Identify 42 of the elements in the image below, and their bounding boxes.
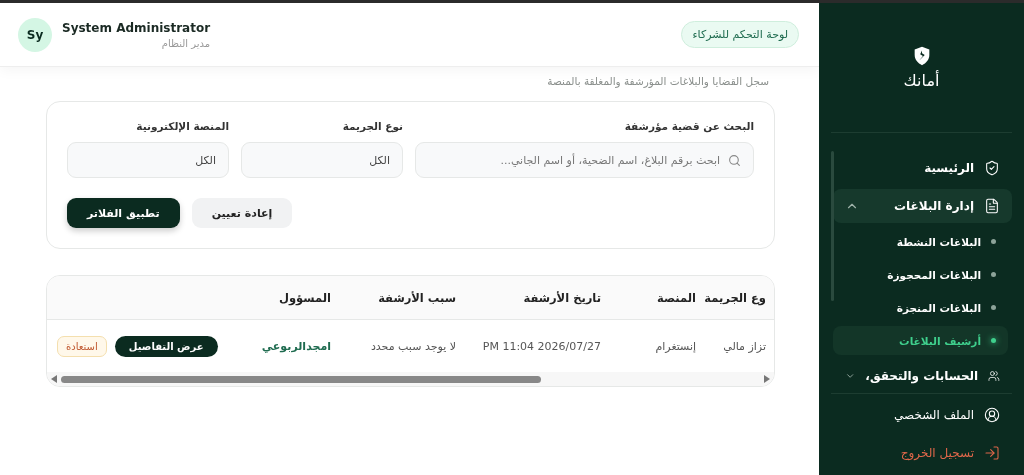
sidebar-item[interactable]: الحسابات والتحقق، bbox=[833, 359, 1012, 393]
page-subtitle: سجل القضايا والبلاغات المؤرشفة والمغلقة بالمنصة bbox=[546, 74, 770, 87]
apply-filters-button[interactable]: تطبيق الفلاتر bbox=[67, 198, 180, 228]
sidebar-item[interactable]: إدارة البلاغات bbox=[833, 189, 1012, 223]
field-label: نوع الجريمة bbox=[341, 120, 403, 132]
table-cell-text: 2026/07/27 11:04 PM bbox=[481, 338, 602, 355]
search-icon bbox=[728, 153, 741, 167]
table-cell-text: إنستغرام bbox=[654, 338, 697, 355]
restore-button[interactable]: استعادة bbox=[57, 335, 107, 357]
sidebar-item[interactable]: الرئيسية bbox=[833, 151, 1012, 185]
sidebar-subitem[interactable]: البلاغات النشطة bbox=[833, 227, 1008, 256]
user-name: System Administrator bbox=[62, 20, 211, 35]
reset-button[interactable]: إعادة تعيين bbox=[191, 198, 293, 228]
column-header: المسؤول bbox=[224, 276, 339, 320]
sidebar-subitem[interactable]: أرشيف البلاغات bbox=[833, 326, 1008, 355]
logo-text: أمانك bbox=[903, 71, 940, 90]
user-role: مدير النظام bbox=[160, 37, 211, 49]
profile-link[interactable]: الملف الشخصي bbox=[831, 398, 1012, 432]
logout-link[interactable]: تسجيل الخروج bbox=[831, 436, 1012, 470]
sidebar-subitem[interactable]: البلاغات المنجزة bbox=[833, 293, 1008, 322]
partner-dashboard-button[interactable]: لوحة التحكم للشركاء bbox=[681, 21, 799, 48]
table-cell-text: لا يوجد سبب محدد bbox=[369, 338, 457, 355]
scrollbar[interactable] bbox=[47, 372, 774, 386]
column-header: وع الجريمة bbox=[704, 276, 774, 320]
column-header: تاريخ الأرشفة bbox=[464, 276, 609, 320]
select-field[interactable]: الكل bbox=[67, 142, 229, 178]
user-avatar: Sy bbox=[18, 17, 52, 52]
select-field[interactable]: الكل bbox=[241, 142, 403, 178]
table-cell-text: تزاز مالي bbox=[722, 338, 767, 355]
column-header: المنصة bbox=[609, 276, 704, 320]
users-icon bbox=[988, 368, 1000, 384]
field-label: المنصة الإلكترونية bbox=[135, 120, 229, 132]
shield-check-icon bbox=[984, 160, 1000, 176]
user-circle-icon bbox=[984, 407, 1000, 423]
field-label: البحث عن قضية مؤرشفة bbox=[623, 120, 754, 132]
column-header: سبب الأرشفة bbox=[339, 276, 464, 320]
logout-icon bbox=[984, 445, 1000, 461]
search-field[interactable]: ابحث برقم البلاغ، اسم الضحية، أو اسم الجاني... bbox=[415, 142, 754, 178]
sidebar-subitem[interactable]: البلاغات المحجوزة bbox=[833, 260, 1008, 289]
details-button[interactable]: عرض التفاصيل bbox=[114, 335, 218, 357]
document-icon bbox=[984, 198, 1000, 214]
table-cell-text: امجدالربوعي bbox=[260, 338, 332, 355]
